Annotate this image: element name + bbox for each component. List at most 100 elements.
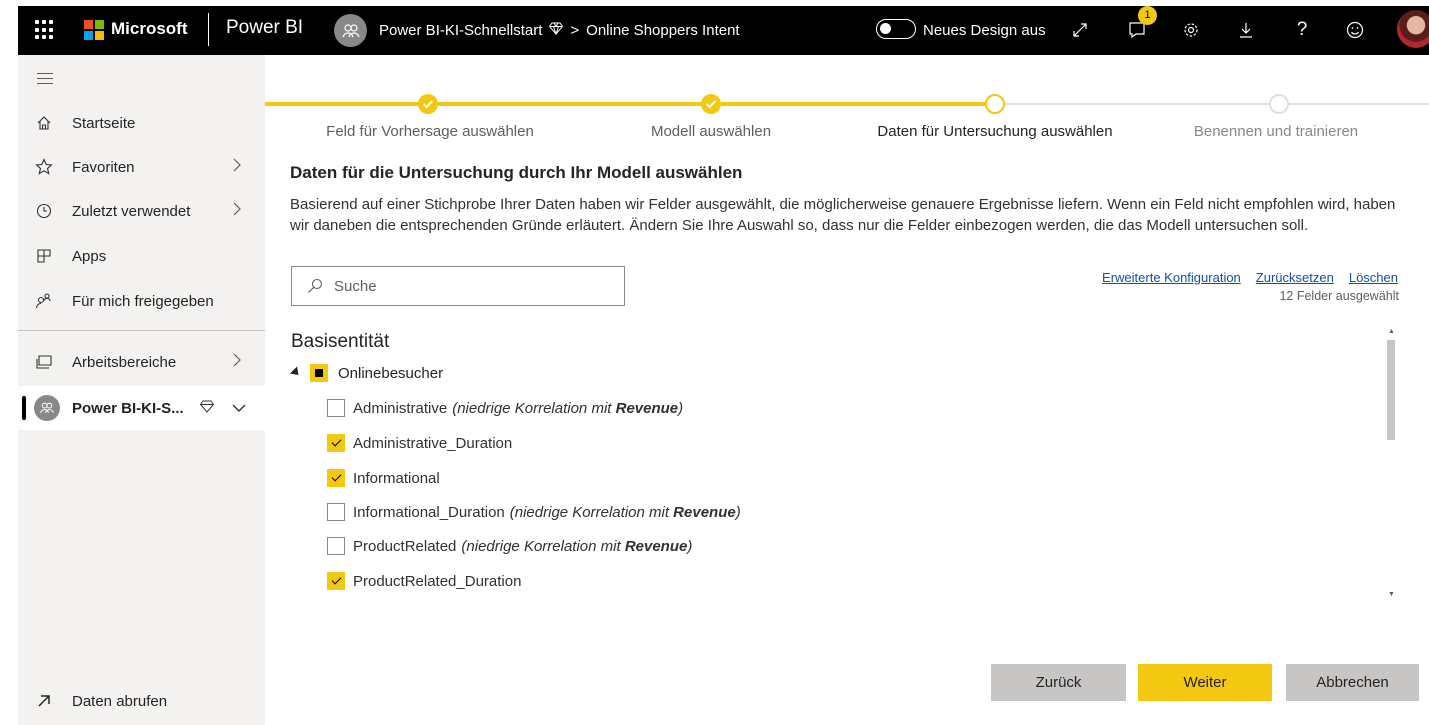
search-input[interactable] [334, 277, 594, 295]
breadcrumb-workspace[interactable]: Power BI-KI-Schnellstart [379, 22, 542, 39]
arrow-up-right-icon [34, 691, 54, 711]
user-avatar[interactable] [1397, 10, 1429, 48]
get-data-label: Daten abrufen [72, 692, 168, 710]
field-row: ProductRelated_Duration [327, 572, 521, 590]
progress-track-done [265, 102, 990, 106]
field-row: ProductRelated (niedrige Korrelation mit… [327, 537, 692, 555]
field-note: (niedrige Korrelation mit Revenue) [509, 503, 741, 521]
app-launcher-icon[interactable] [35, 20, 55, 40]
field-list-scrollbar[interactable]: ▲ ▼ [1385, 328, 1397, 605]
scroll-down-icon[interactable]: ▼ [1388, 591, 1395, 598]
field-name: ProductRelated_Duration [353, 572, 522, 590]
entity-heading: Basisentität [291, 331, 390, 352]
workspace-avatar-icon [334, 14, 367, 47]
wizard-stepper: Feld für Vorhersage auswählen Modell aus… [265, 88, 1429, 148]
field-checkbox[interactable] [327, 503, 345, 521]
sidebar-item-label: Favoriten [72, 158, 135, 176]
field-note: (niedrige Korrelation mit Revenue) [452, 399, 684, 417]
sidebar-item-favorites[interactable]: Favoriten [18, 145, 265, 189]
get-data-link[interactable]: Daten abrufen [18, 679, 265, 723]
microsoft-brand: Microsoft [111, 19, 188, 38]
next-button[interactable]: Weiter [1138, 664, 1272, 701]
design-toggle-label: Neues Design aus [923, 22, 1046, 39]
step-label: Benennen und trainieren [1193, 123, 1359, 140]
active-indicator [22, 396, 26, 420]
step-label-current: Daten für Untersuchung auswählen [877, 123, 1113, 140]
download-icon[interactable] [1234, 18, 1258, 42]
sidebar-item-apps[interactable]: Apps [18, 234, 265, 278]
field-checkbox-checked[interactable] [327, 469, 345, 487]
search-box[interactable] [291, 266, 625, 306]
field-row: Administrative (niedrige Korrelation mit… [327, 399, 683, 417]
breadcrumb-item[interactable]: Online Shoppers Intent [586, 22, 739, 39]
field-checkbox[interactable] [327, 399, 345, 417]
field-row: Informational_Duration (niedrige Korrela… [327, 503, 741, 521]
field-checkbox-checked[interactable] [327, 434, 345, 452]
chevron-right-icon[interactable] [232, 353, 242, 371]
sidebar-item-workspaces[interactable]: Arbeitsbereiche [18, 340, 265, 384]
workspace-avatar-icon [34, 395, 60, 421]
page-title: Daten für die Untersuchung durch Ihr Mod… [290, 163, 743, 182]
field-row: Administrative_Duration [327, 434, 512, 452]
field-checkbox[interactable] [327, 537, 345, 555]
diamond-icon [199, 399, 215, 417]
apps-icon [34, 246, 54, 266]
sidebar-item-label: Arbeitsbereiche [72, 353, 177, 371]
scroll-up-icon[interactable]: ▲ [1388, 328, 1395, 335]
brand-divider [208, 13, 209, 46]
cancel-button[interactable]: Abbrechen [1286, 664, 1419, 701]
feedback-smiley-icon[interactable] [1343, 18, 1367, 42]
sidebar-item-label: Zuletzt verwendet [72, 202, 191, 220]
diamond-icon [549, 21, 564, 39]
field-name: Administrative [353, 399, 448, 417]
entity-checkbox-partial[interactable] [310, 364, 328, 382]
hamburger-menu-icon[interactable] [37, 73, 53, 88]
field-name: Informational_Duration [353, 503, 505, 521]
chevron-right-icon[interactable] [232, 202, 242, 220]
breadcrumb: Power BI-KI-Schnellstart > Online Shoppe… [379, 21, 740, 39]
sidebar-item-recent[interactable]: Zuletzt verwendet [18, 189, 265, 233]
field-note: (niedrige Korrelation mit Revenue) [461, 537, 693, 555]
field-checkbox-checked[interactable] [327, 572, 345, 590]
step-done-check-icon [701, 94, 721, 114]
field-row: Informational [327, 469, 440, 487]
sidebar-item-home[interactable]: Startseite [18, 101, 265, 145]
field-actions: Erweiterte Konfiguration Zurücksetzen Lö… [1102, 270, 1398, 285]
help-icon[interactable]: ? [1290, 18, 1314, 42]
product-name[interactable]: Power BI [226, 17, 303, 39]
step-label: Modell auswählen [650, 123, 772, 140]
reset-link[interactable]: Zurücksetzen [1256, 270, 1334, 285]
delete-link[interactable]: Löschen [1349, 270, 1398, 285]
gear-icon[interactable] [1179, 18, 1203, 42]
sidebar-item-label: Startseite [72, 114, 136, 132]
sidebar-item-label: Für mich freigegeben [72, 292, 214, 310]
star-icon [34, 157, 54, 177]
sidebar-item-current-workspace[interactable]: Power BI-KI-S... [18, 386, 265, 430]
sidebar: Startseite Favoriten Zuletzt verwendet A… [18, 55, 265, 725]
advanced-config-link[interactable]: Erweiterte Konfiguration [1102, 270, 1241, 285]
sidebar-divider [18, 330, 265, 331]
entity-name: Onlinebesucher [338, 364, 444, 382]
scroll-thumb[interactable] [1387, 340, 1395, 440]
step-label: Feld für Vorhersage auswählen [326, 123, 534, 140]
sidebar-item-shared[interactable]: Für mich freigegeben [18, 279, 265, 323]
design-toggle[interactable] [876, 19, 916, 39]
top-bar: Microsoft Power BI Power BI-KI-Schnellst… [18, 6, 1429, 55]
chevron-down-icon[interactable] [232, 400, 246, 417]
home-icon [34, 113, 54, 133]
expand-icon[interactable] [1068, 18, 1092, 42]
breadcrumb-separator: > [570, 21, 580, 39]
entity-node: Onlinebesucher [289, 364, 444, 382]
microsoft-logo-icon [84, 20, 104, 40]
chevron-right-icon[interactable] [232, 158, 242, 176]
expand-triangle-icon[interactable] [289, 365, 303, 379]
sidebar-item-label: Power BI-KI-S... [72, 399, 184, 417]
field-name: ProductRelated [353, 537, 457, 555]
back-button[interactable]: Zurück [991, 664, 1126, 701]
search-icon [307, 278, 323, 294]
step-done-check-icon [418, 94, 438, 114]
sidebar-item-label: Apps [72, 247, 107, 265]
selected-count: 12 Felder ausgewählt [1279, 289, 1399, 303]
step-pending-indicator [1269, 94, 1289, 114]
field-name: Administrative_Duration [353, 434, 513, 452]
